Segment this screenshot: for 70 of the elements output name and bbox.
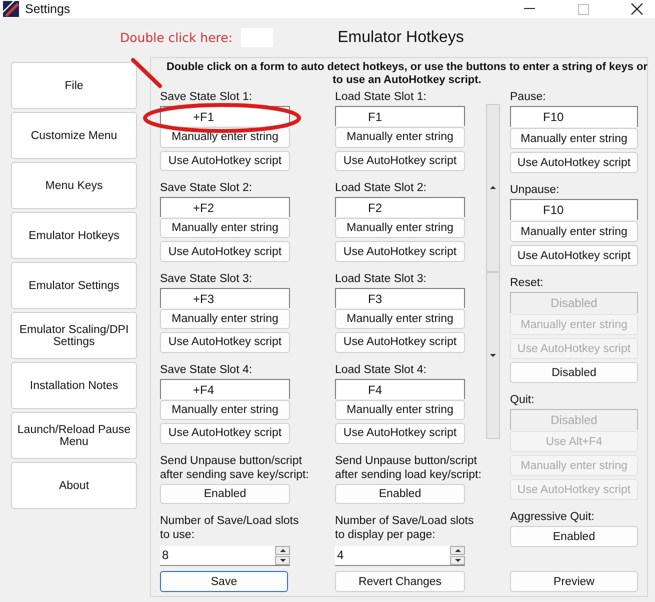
field-label: Load State Slot 4: xyxy=(335,362,426,377)
field-label: Aggressive Quit: xyxy=(510,510,594,524)
hotkey-field[interactable]: +F4 xyxy=(160,378,290,399)
sidebar-button[interactable]: Emulator Settings xyxy=(11,262,137,309)
minimize-icon[interactable] xyxy=(524,8,536,10)
field-label: Reset: xyxy=(510,276,544,290)
action-button[interactable]: Manually enter string xyxy=(335,309,465,330)
action-button[interactable]: Manually enter string xyxy=(160,218,290,238)
action-button[interactable]: Enabled xyxy=(160,484,290,504)
action-button[interactable]: Use AutoHotkey script xyxy=(160,423,290,444)
hotkey-field[interactable]: F4 xyxy=(335,378,465,399)
action-button[interactable]: Use AutoHotkey script xyxy=(335,241,465,262)
field-label: Load State Slot 2: xyxy=(335,180,426,195)
window-title: Settings xyxy=(25,2,70,16)
action-button[interactable]: Manually enter string xyxy=(510,128,638,149)
action-button[interactable]: Use AutoHotkey script xyxy=(160,241,290,262)
annotation-text: Double click here: xyxy=(120,30,233,45)
sidebar-button[interactable]: Installation Notes xyxy=(11,362,137,409)
hotkey-field[interactable]: F3 xyxy=(335,288,465,308)
action-button[interactable]: Enabled xyxy=(335,484,465,504)
hotkey-field[interactable]: +F3 xyxy=(160,288,290,308)
action-button[interactable]: Use AutoHotkey script xyxy=(335,423,465,444)
field-label: Save State Slot 3: xyxy=(160,272,252,286)
sidebar-button[interactable]: Launch/Reload Pause Menu xyxy=(11,412,137,459)
field-label: Quit: xyxy=(510,393,534,407)
sidebar-button[interactable]: File xyxy=(11,62,137,109)
field-label: Send Unpause button/script after sending save key/script: xyxy=(160,454,309,482)
action-button[interactable]: Use AutoHotkey script xyxy=(335,332,465,353)
close-icon[interactable] xyxy=(631,3,643,15)
field-label: Pause: xyxy=(510,90,546,104)
action-button[interactable]: Enabled xyxy=(510,526,638,547)
page-heading: Emulator Hotkeys xyxy=(338,28,464,46)
hotkey-field[interactable]: F10 xyxy=(510,106,638,127)
footer-button[interactable]: Save xyxy=(160,571,288,592)
footer-button[interactable]: Revert Changes xyxy=(335,571,465,592)
scrollbar[interactable] xyxy=(486,104,500,439)
instructions-text: Double click on a form to auto detect hotkeys, or use the buttons to enter a string of keys or to use an AutoHotkey script. xyxy=(165,61,649,87)
action-button[interactable]: Disabled xyxy=(510,362,638,383)
hotkey-field[interactable]: F2 xyxy=(335,196,465,218)
action-button[interactable]: Manually enter string xyxy=(160,309,290,330)
hotkey-field[interactable]: F10 xyxy=(510,199,638,220)
sidebar-button[interactable]: About xyxy=(11,462,137,509)
number-spinner[interactable]: 4 xyxy=(335,546,465,566)
action-button[interactable]: Manually enter string xyxy=(335,218,465,238)
field-label: Save State Slot 2: xyxy=(160,180,252,195)
sidebar-button[interactable]: Customize Menu xyxy=(11,112,137,159)
field-label: Load State Slot 3: xyxy=(335,272,426,286)
action-button[interactable]: Use AutoHotkey script xyxy=(160,332,290,353)
sidebar-button[interactable]: Menu Keys xyxy=(11,162,137,209)
field-label: Number of Save/Load slots to use: xyxy=(160,514,299,542)
footer-button[interactable]: Preview xyxy=(510,571,638,592)
action-button[interactable]: Manually enter string xyxy=(335,127,465,148)
field-label: Save State Slot 4: xyxy=(160,362,252,377)
field-label: Send Unpause button/script after sending load key/script: xyxy=(335,454,482,482)
sidebar-button[interactable]: Emulator Hotkeys xyxy=(11,212,137,259)
action-button[interactable]: Use AutoHotkey script xyxy=(510,245,638,266)
action-button[interactable]: Manually enter string xyxy=(510,221,638,242)
action-button[interactable]: Use AutoHotkey script xyxy=(510,152,638,173)
action-button[interactable]: Manually enter string xyxy=(160,400,290,420)
number-spinner[interactable]: 8 xyxy=(160,546,290,566)
action-button[interactable]: Use AutoHotkey script xyxy=(160,150,290,171)
action-button[interactable]: Use AutoHotkey script xyxy=(335,150,465,171)
field-label: Number of Save/Load slots to display per page: xyxy=(335,514,474,542)
hotkey-field[interactable]: F1 xyxy=(335,106,465,126)
hotkey-field[interactable]: +F2 xyxy=(160,196,290,218)
field-label: Unpause: xyxy=(510,183,560,197)
field-label: Load State Slot 1: xyxy=(335,90,426,104)
action-button[interactable]: Manually enter string xyxy=(335,400,465,420)
sidebar-button[interactable]: Emulator Scaling/DPI Settings xyxy=(11,312,137,359)
field-label: Save State Slot 1: xyxy=(160,90,252,104)
